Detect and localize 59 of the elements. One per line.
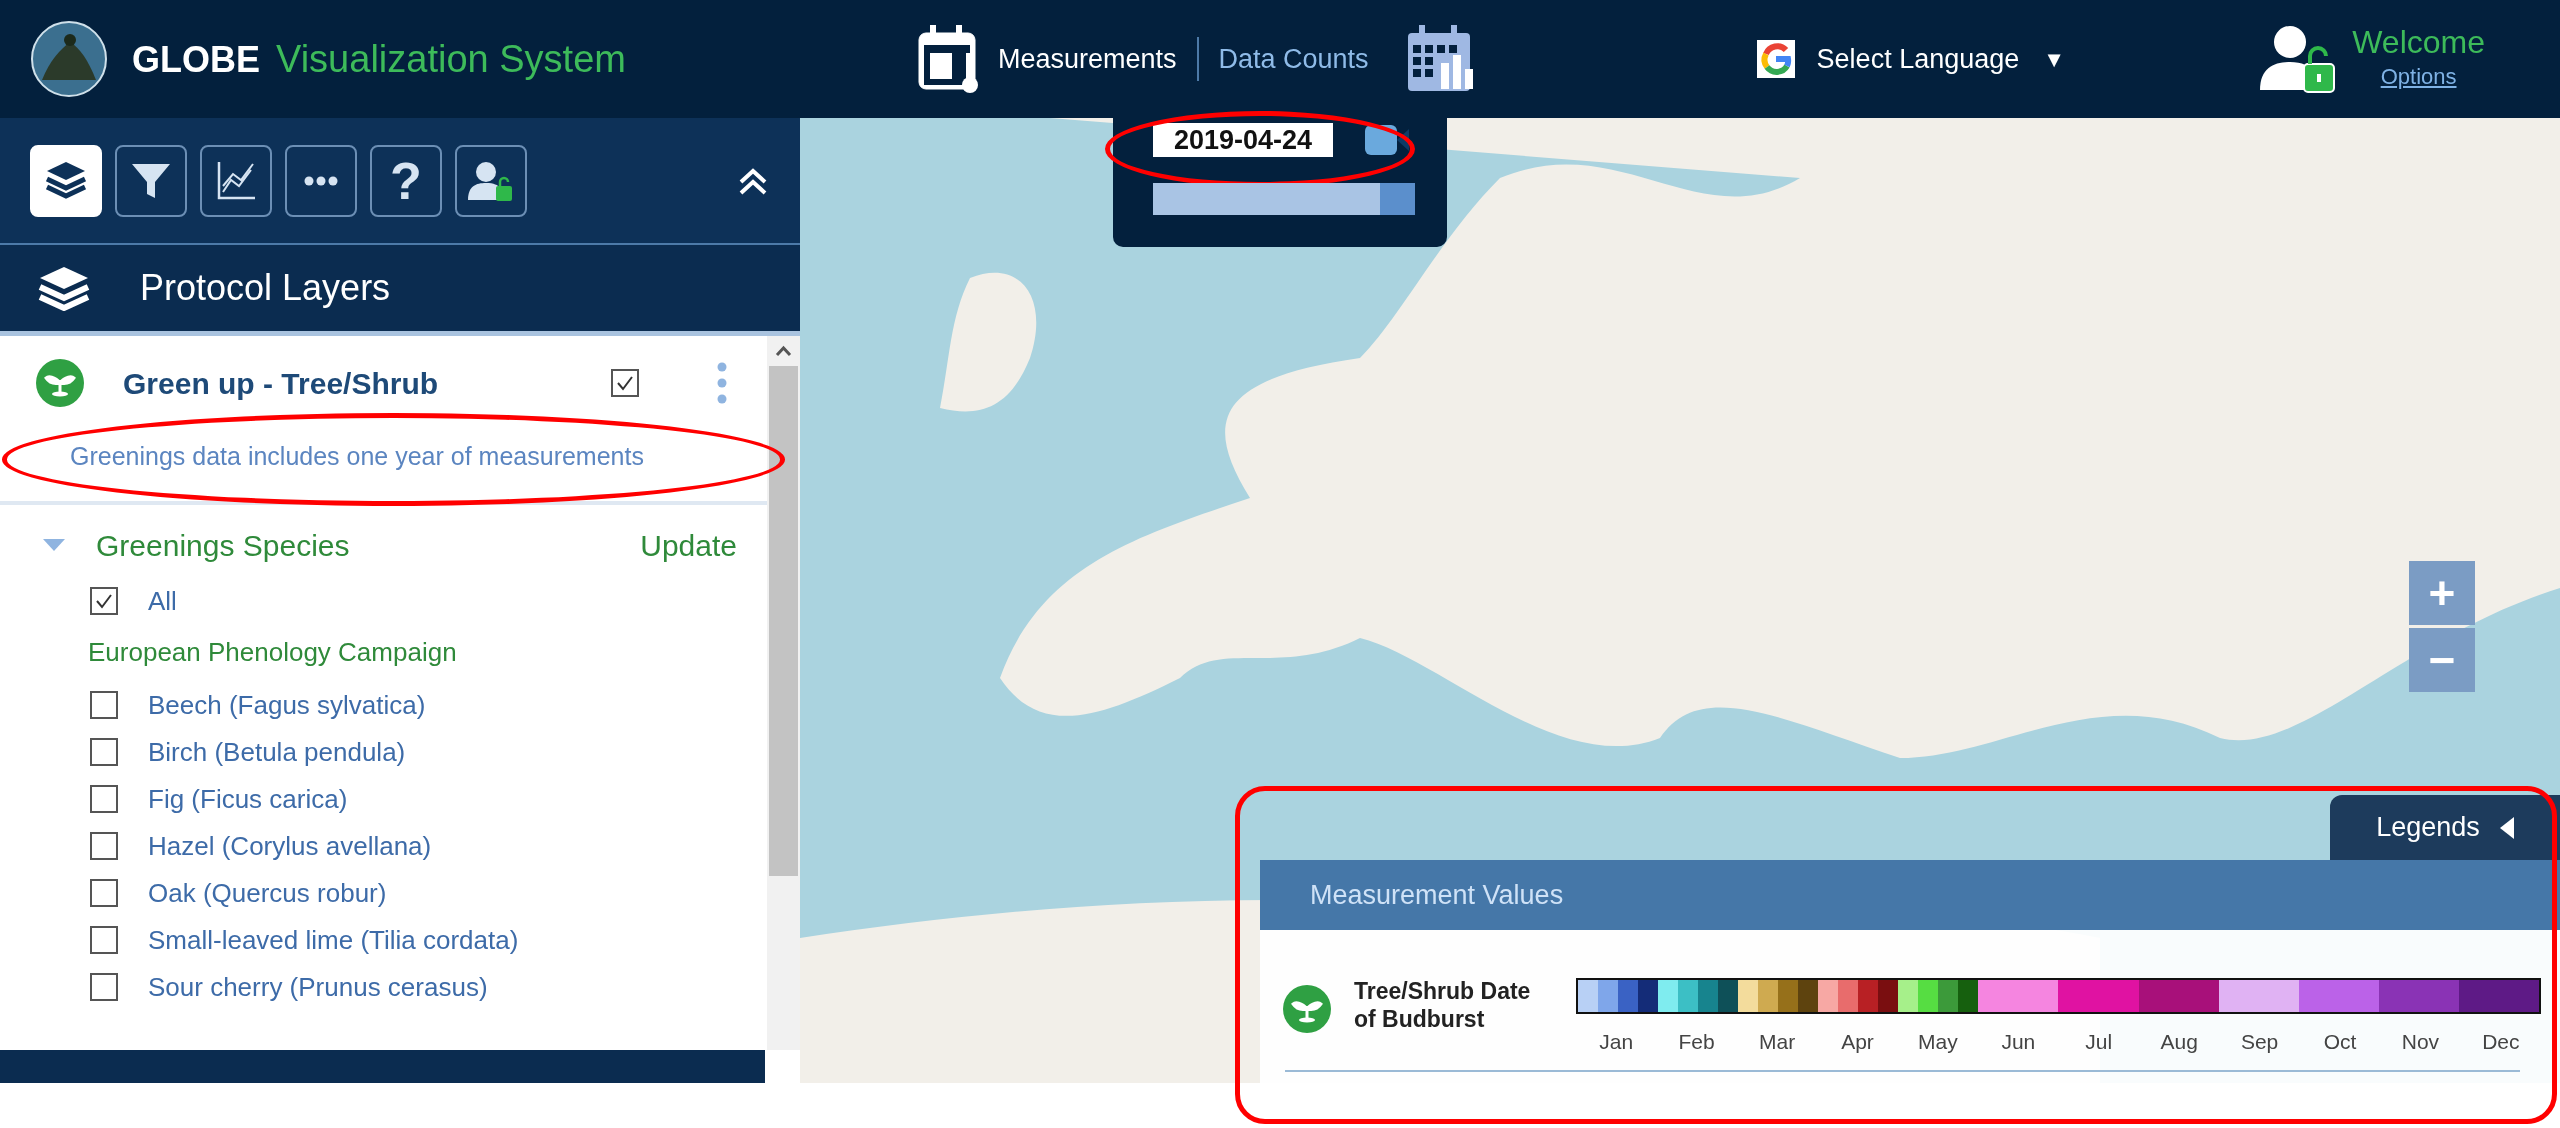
zoom-in-button[interactable]: +: [2409, 561, 2475, 625]
filter-button[interactable]: [115, 144, 187, 217]
app-title: Visualization System: [276, 36, 626, 82]
date-field[interactable]: 2019-04-24: [1153, 123, 1333, 157]
update-button[interactable]: Update: [640, 522, 737, 568]
species-option[interactable]: Beech (Fagus sylvatica): [90, 685, 767, 725]
legend-title: Measurement Values: [1310, 878, 1564, 912]
scrollbar-thumb[interactable]: [769, 366, 798, 876]
month-label: Dec: [2482, 1030, 2520, 1053]
language-select[interactable]: Select Language ▼: [1810, 38, 2072, 80]
month-label: Feb: [1678, 1030, 1715, 1053]
species-option[interactable]: Small-leaved lime (Tilia cordata): [90, 920, 767, 960]
more-icon: [304, 175, 338, 186]
layer-checkbox[interactable]: [611, 369, 639, 397]
plant-icon: [1282, 984, 1332, 1034]
welcome-text: Welcome: [2352, 24, 2485, 61]
more-button[interactable]: [285, 144, 357, 217]
date-slider[interactable]: [1153, 183, 1415, 215]
layers-button[interactable]: [30, 144, 102, 217]
help-button[interactable]: ?: [370, 144, 442, 217]
plant-icon: [35, 358, 85, 408]
month-label: Oct: [2323, 1030, 2357, 1053]
user-button[interactable]: [455, 144, 527, 217]
layer-note: Greenings data includes one year of measurements: [70, 442, 644, 470]
logo-icon: [30, 20, 108, 98]
user-lock-icon: [2258, 24, 2337, 94]
group-label: European Phenology Campaign: [88, 635, 458, 669]
section-toggle[interactable]: Greenings Species: [42, 522, 350, 568]
zoom-out-button[interactable]: −: [2409, 628, 2475, 692]
video-camera-icon[interactable]: [1365, 123, 1409, 157]
legend-label: Tree/Shrub Date of Budburst: [1354, 978, 1532, 1034]
language-icon: [1756, 40, 1795, 78]
species-option[interactable]: Sour cherry (Prunus cerasus): [90, 967, 767, 1007]
month-label: Apr: [1841, 1030, 1874, 1053]
species-option[interactable]: Birch (Betula pendula): [90, 732, 767, 772]
view-tab[interactable]: Data Counts: [1212, 38, 1375, 80]
slider-thumb[interactable]: [1380, 183, 1415, 215]
month-label: Aug: [2160, 1030, 2198, 1053]
view-tab[interactable]: Measurements: [991, 38, 1183, 80]
caret-left-icon: [2499, 816, 2514, 839]
month-label: Jul: [2085, 1030, 2113, 1053]
month-label: Mar: [1758, 1030, 1796, 1053]
layer-title: Green up - Tree/Shrub: [123, 365, 439, 402]
panel-title: Protocol Layers: [140, 266, 391, 310]
species-option[interactable]: Hazel (Corylus avellana): [90, 826, 767, 866]
species-option[interactable]: Oak (Quercus robur): [90, 873, 767, 913]
species-option[interactable]: Fig (Ficus carica): [90, 779, 767, 819]
chart-button[interactable]: [200, 144, 272, 217]
month-label: Jun: [2001, 1030, 2036, 1053]
brand-name: GLOBE: [132, 37, 260, 82]
month-label: May: [1918, 1030, 1958, 1053]
month-label: Nov: [2401, 1030, 2440, 1053]
options-link[interactable]: Options: [2380, 60, 2457, 94]
month-label: Sep: [2240, 1030, 2279, 1053]
month-label: Jan: [1599, 1030, 1634, 1053]
species-option[interactable]: All: [90, 581, 767, 621]
legends-tab[interactable]: Legends: [2330, 795, 2560, 860]
layers-icon: [38, 265, 90, 311]
caret-icon: ▼: [2043, 42, 2066, 76]
